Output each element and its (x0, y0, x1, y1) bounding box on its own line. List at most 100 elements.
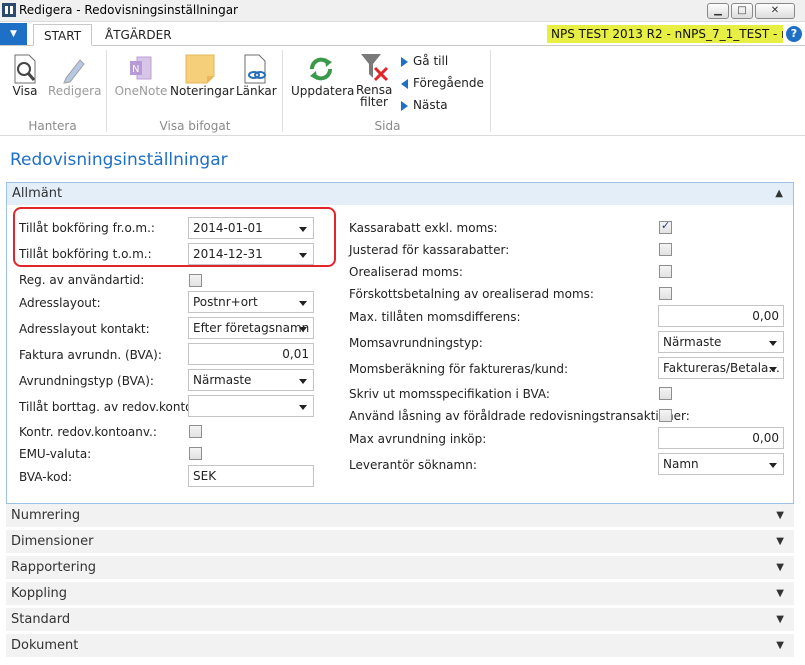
previous-label: Föregående (413, 76, 484, 90)
fasttab-standard[interactable]: Standard ▼ (6, 608, 794, 632)
fasttab-standard-title: Standard (11, 612, 71, 627)
fasttab-general-title: Allmänt (12, 186, 63, 201)
notes-label: Noteringar (170, 84, 235, 98)
vat-calc-select[interactable]: Faktureras/Betala... (658, 357, 784, 379)
clear-filter-label-line2: filter (360, 95, 388, 109)
fasttab-general-header[interactable]: Allmänt ▲ (7, 183, 793, 205)
ribbon-separator (490, 50, 491, 132)
fasttab-dimensions-title: Dimensioner (11, 534, 94, 549)
fasttab-dimensions[interactable]: Dimensioner ▼ (6, 530, 794, 554)
svg-text:N: N (132, 64, 139, 75)
print-vat-label: Skriv ut momsspecifikation i BVA: (349, 387, 550, 401)
clear-filter-icon (361, 54, 389, 82)
allow-delete-select[interactable] (188, 395, 314, 417)
group-label-page: Sida (374, 119, 401, 133)
vat-rounding-label: Momsavrundningstyp: (349, 336, 483, 350)
ribbon-separator (282, 50, 283, 132)
fasttab-reporting[interactable]: Rapportering ▼ (6, 556, 794, 580)
refresh-button[interactable]: Uppdatera (291, 54, 354, 98)
print-vat-checkbox[interactable] (659, 387, 672, 400)
rounding-type-select[interactable]: Närmaste (188, 369, 314, 391)
address-layout-select[interactable]: Postnr+ort (188, 291, 314, 313)
links-label: Länkar (236, 84, 277, 98)
max-purchase-rounding-field[interactable]: 0,00 (658, 427, 784, 449)
emu-checkbox[interactable] (189, 447, 202, 460)
minimize-button[interactable]: ▁ (707, 3, 729, 19)
adjusted-checkbox[interactable] (659, 243, 672, 256)
chevron-down-icon[interactable]: ▼ (776, 556, 784, 580)
group-label-manage: Hantera (28, 119, 77, 133)
invoice-rounding-label: Faktura avrundn. (BVA): (19, 348, 162, 362)
unrealized-vat-checkbox[interactable] (659, 265, 672, 278)
close-button[interactable]: ✕ (755, 3, 795, 19)
chevron-down-icon[interactable]: ▼ (776, 582, 784, 606)
prepayment-checkbox[interactable] (659, 287, 672, 300)
highlight-annotation (13, 207, 336, 267)
chevron-up-icon[interactable]: ▲ (775, 183, 783, 205)
cash-discount-checkbox[interactable] (659, 219, 672, 234)
allow-delete-label: Tillåt borttag. av redov.konto: (19, 400, 197, 414)
address-contact-label: Adresslayout kontakt: (19, 322, 150, 336)
page-title: Redovisningsinställningar (10, 150, 228, 170)
next-label: Nästa (413, 98, 448, 112)
edit-button[interactable]: Redigera (48, 54, 102, 98)
view-button[interactable]: Visa (9, 54, 41, 98)
fasttab-documents[interactable]: Dokument ▼ (6, 634, 794, 658)
previous-button[interactable]: Föregående (401, 76, 484, 90)
maximize-button[interactable]: □ (731, 3, 753, 19)
chevron-down-icon[interactable]: ▼ (776, 634, 784, 658)
help-icon[interactable]: ? (786, 26, 802, 42)
user-time-checkbox[interactable] (189, 274, 202, 287)
pencil-icon (63, 59, 85, 84)
tab-actions[interactable]: ÅTGÄRDER (95, 24, 182, 46)
view-label: Visa (12, 84, 38, 98)
address-layout-label: Adresslayout: (19, 296, 101, 310)
arrow-right-icon (401, 100, 408, 111)
application-menu-button[interactable]: ▼ (0, 23, 27, 45)
fasttab-linking[interactable]: Koppling ▼ (6, 582, 794, 606)
company-indicator: NPS TEST 2013 R2 - nNPS_7_1_TEST - nab..… (547, 25, 783, 43)
notes-button[interactable]: Noteringar (170, 54, 234, 98)
fasttab-documents-title: Dokument (11, 638, 79, 653)
chevron-down-icon[interactable]: ▼ (776, 504, 784, 528)
ribbon-separator (106, 50, 107, 132)
clear-filter-button[interactable]: Rensa filter (356, 52, 392, 108)
address-contact-select[interactable]: Efter företagsnamn (188, 317, 314, 339)
prepayment-label: Förskottsbetalning av orealiserad moms: (349, 287, 594, 301)
invoice-rounding-field[interactable]: 0,01 (188, 343, 314, 365)
tab-start[interactable]: START (33, 24, 93, 46)
chevron-down-icon[interactable]: ▼ (776, 608, 784, 632)
app-logo-icon (2, 3, 16, 17)
ribbon-tab-row: ▼ START ÅTGÄRDER NPS TEST 2013 R2 - nNPS… (0, 22, 805, 46)
fasttab-reporting-title: Rapportering (11, 560, 97, 575)
vat-rounding-select[interactable]: Närmaste (658, 331, 784, 353)
title-bar: Redigera - Redovisningsinställningar ▁ □… (0, 0, 805, 22)
links-button[interactable]: Länkar (236, 54, 277, 98)
edit-label: Redigera (48, 84, 102, 98)
use-lock-label: Använd låsning av föråldrade redovisning… (349, 409, 690, 423)
vendor-search-select[interactable]: Namn (658, 453, 784, 475)
onenote-icon: N (130, 56, 152, 80)
use-lock-checkbox[interactable] (659, 409, 672, 422)
user-time-label: Reg. av användartid: (19, 273, 145, 287)
ribbon: Visa Redigera N OneNote Noteringar Länka… (0, 46, 805, 136)
vendor-search-label: Leverantör söknamn: (349, 458, 477, 472)
bva-code-field[interactable]: SEK (188, 465, 314, 487)
max-vat-diff-field[interactable]: 0,00 (658, 305, 784, 327)
view-icon (14, 54, 36, 84)
arrow-left-icon (401, 78, 408, 89)
emu-label: EMU-valuta: (19, 447, 92, 461)
max-vat-diff-label: Max. tillåten momsdifferens: (349, 310, 521, 324)
check-account-checkbox[interactable] (189, 425, 202, 438)
onenote-button[interactable]: N OneNote (114, 54, 168, 98)
fasttab-numbering-title: Numrering (11, 508, 81, 523)
chevron-down-icon[interactable]: ▼ (776, 530, 784, 554)
check-account-label: Kontr. redov.kontoanv.: (19, 425, 157, 439)
max-purchase-rounding-label: Max avrundning inköp: (349, 432, 487, 446)
next-button[interactable]: Nästa (401, 98, 448, 112)
vat-calc-label: Momsberäkning för faktureras/kund: (349, 362, 569, 376)
fasttab-numbering[interactable]: Numrering ▼ (6, 504, 794, 528)
group-label-attachments: Visa bifogat (159, 119, 231, 133)
goto-button[interactable]: Gå till (401, 54, 448, 68)
window-title: Redigera - Redovisningsinställningar (19, 3, 238, 17)
